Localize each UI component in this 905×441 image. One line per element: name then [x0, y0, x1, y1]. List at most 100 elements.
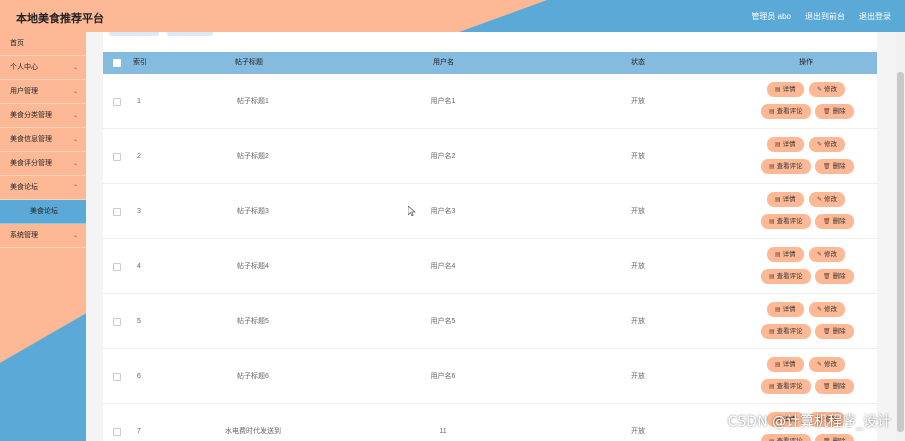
view-comments-button-label: 查看评论: [776, 328, 803, 335]
mouse-cursor-icon: [408, 206, 416, 216]
logout-link[interactable]: 退出登录: [859, 11, 891, 22]
sidebar-item-label: 美食论坛: [10, 184, 38, 191]
table-row: 3 帖子标题3 用户名3 开放 ▤ 详情 ✎ 修改 ▤ 查看评论 🗑 删除: [103, 184, 877, 239]
edit-button[interactable]: ✎ 修改: [809, 247, 846, 262]
scrollbar[interactable]: [896, 32, 905, 441]
detail-button[interactable]: ▤ 详情: [767, 357, 804, 372]
detail-button[interactable]: ▤ 详情: [767, 247, 804, 262]
view-comments-button-label: 查看评论: [776, 218, 803, 225]
select-all-checkbox[interactable]: [113, 59, 121, 67]
document-icon: ▤: [769, 219, 775, 225]
edit-button-label: 修改: [824, 141, 838, 148]
detail-button-label: 详情: [782, 141, 796, 148]
cell-title: 帖子标题5: [237, 318, 269, 325]
row-checkbox[interactable]: [113, 263, 121, 271]
table-header: 索引 帖子标题 用户名 状态 操作: [103, 52, 877, 74]
view-comments-button[interactable]: ▤查看评论: [761, 324, 811, 339]
cell-user: 用户名4: [430, 263, 456, 270]
view-comments-button[interactable]: ▤查看评论: [761, 159, 811, 174]
col-header-title: 帖子标题: [235, 59, 263, 66]
admin-user-link[interactable]: 管理员 abo: [751, 11, 791, 22]
detail-button[interactable]: ▤ 详情: [767, 137, 804, 152]
cell-title: 水电费时代发送到: [225, 428, 281, 435]
detail-button[interactable]: ▤ 详情: [767, 302, 804, 317]
view-comments-button-label: 查看评论: [776, 273, 803, 280]
toolbar-button-partial[interactable]: [167, 32, 213, 36]
exit-to-frontend-link[interactable]: 退出到前台: [805, 11, 845, 22]
cell-status: 开放: [631, 373, 645, 380]
cell-title: 帖子标题4: [237, 263, 269, 270]
edit-button[interactable]: ✎ 修改: [809, 192, 846, 207]
pencil-icon: ✎: [817, 307, 823, 313]
row-checkbox[interactable]: [113, 318, 121, 326]
detail-button[interactable]: ▤ 详情: [767, 82, 804, 97]
sidebar-item-forum[interactable]: 美食论坛 ⌃: [0, 176, 86, 200]
delete-button[interactable]: 🗑删除: [815, 214, 854, 229]
cell-title: 帖子标题2: [237, 153, 269, 160]
sidebar-item-profile[interactable]: 个人中心 ⌄: [0, 56, 86, 80]
sidebar-item-label: 个人中心: [10, 64, 38, 71]
pencil-icon: ✎: [817, 252, 823, 258]
sidebar-item-food-category[interactable]: 美食分类管理 ⌄: [0, 104, 86, 128]
delete-button[interactable]: 🗑删除: [815, 324, 854, 339]
detail-button[interactable]: ▤ 详情: [767, 192, 804, 207]
table-panel: 索引 帖子标题 用户名 状态 操作 1 帖子标题1 用户名1 开放 ▤ 详情 ✎ 修…: [103, 32, 877, 441]
cell-status: 开放: [631, 428, 645, 435]
edit-button[interactable]: ✎ 修改: [809, 137, 846, 152]
view-comments-button[interactable]: ▤查看评论: [761, 104, 811, 119]
chevron-down-icon: ⌄: [72, 233, 78, 239]
row-checkbox[interactable]: [113, 153, 121, 161]
scrollbar-thumb[interactable]: [897, 72, 904, 432]
delete-button-label: 删除: [832, 108, 846, 115]
view-comments-button[interactable]: ▤查看评论: [761, 434, 811, 441]
document-icon: ▤: [769, 164, 775, 170]
sidebar-subitem-forum[interactable]: 美食论坛: [0, 200, 86, 224]
toolbar-button-partial[interactable]: [109, 32, 159, 36]
trash-icon: 🗑: [823, 164, 831, 170]
delete-button[interactable]: 🗑删除: [815, 269, 854, 284]
row-checkbox[interactable]: [113, 98, 121, 106]
chevron-down-icon: ⌄: [72, 113, 78, 119]
cell-user: 用户名2: [430, 153, 456, 160]
document-icon: ▤: [775, 87, 781, 93]
view-comments-button[interactable]: ▤查看评论: [761, 379, 811, 394]
view-comments-button-label: 查看评论: [776, 108, 803, 115]
cell-index: 2: [137, 153, 141, 160]
trash-icon: 🗑: [823, 219, 831, 225]
delete-button[interactable]: 🗑删除: [815, 379, 854, 394]
row-checkbox[interactable]: [113, 208, 121, 216]
view-comments-button-label: 查看评论: [776, 163, 803, 170]
cell-status: 开放: [631, 153, 645, 160]
app-title: 本地美食推荐平台: [16, 13, 104, 25]
edit-button[interactable]: ✎ 修改: [809, 302, 846, 317]
cell-user: 用户名1: [430, 98, 456, 105]
col-header-user: 用户名: [433, 59, 454, 66]
sidebar-item-users[interactable]: 用户管理 ⌄: [0, 80, 86, 104]
edit-button[interactable]: ✎ 修改: [809, 82, 846, 97]
sidebar-item-food-info[interactable]: 美食信息管理 ⌄: [0, 128, 86, 152]
delete-button-label: 删除: [832, 383, 846, 390]
sidebar-item-label: 美食信息管理: [10, 136, 52, 143]
delete-button[interactable]: 🗑删除: [815, 434, 854, 441]
watermark: CSDN @计算机程序_设计: [727, 414, 891, 430]
sidebar-item-home[interactable]: 首页: [0, 32, 86, 56]
cell-index: 5: [137, 318, 141, 325]
cell-title: 帖子标题1: [237, 98, 269, 105]
document-icon: ▤: [769, 109, 775, 115]
row-checkbox[interactable]: [113, 428, 121, 436]
col-header-index: 索引: [133, 59, 147, 66]
sidebar-item-food-rating[interactable]: 美食评分管理 ⌄: [0, 152, 86, 176]
cell-title: 帖子标题3: [237, 208, 269, 215]
view-comments-button-label: 查看评论: [776, 383, 803, 390]
cell-status: 开放: [631, 318, 645, 325]
delete-button[interactable]: 🗑删除: [815, 104, 854, 119]
edit-button-label: 修改: [824, 196, 838, 203]
edit-button[interactable]: ✎ 修改: [809, 357, 846, 372]
table-row: 1 帖子标题1 用户名1 开放 ▤ 详情 ✎ 修改 ▤ 查看评论 🗑 删除: [103, 74, 877, 129]
row-checkbox[interactable]: [113, 373, 121, 381]
sidebar-item-label: 用户管理: [10, 88, 38, 95]
sidebar-item-system[interactable]: 系统管理 ⌄: [0, 224, 86, 248]
view-comments-button[interactable]: ▤查看评论: [761, 269, 811, 284]
delete-button[interactable]: 🗑删除: [815, 159, 854, 174]
view-comments-button[interactable]: ▤查看评论: [761, 214, 811, 229]
